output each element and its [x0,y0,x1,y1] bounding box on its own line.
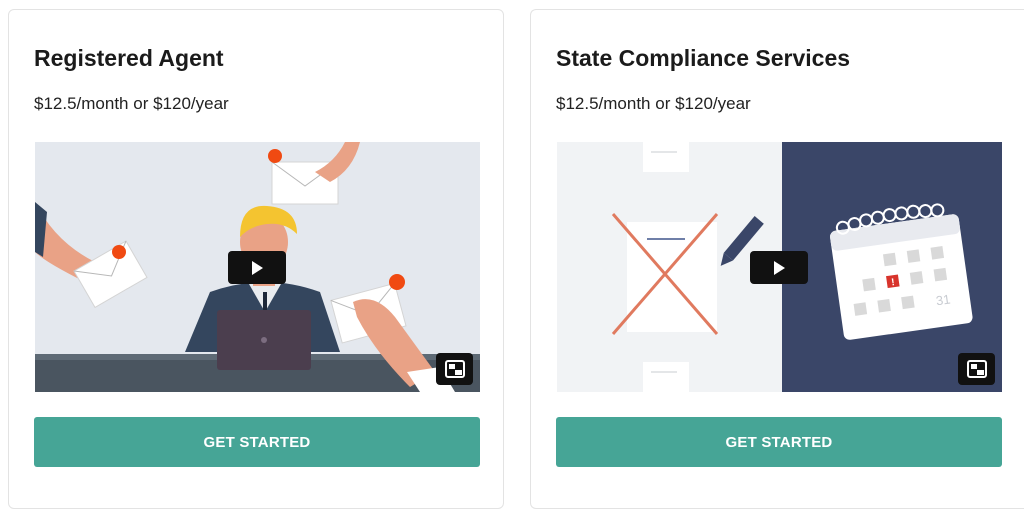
play-icon [771,260,787,276]
product-card-registered-agent: Registered Agent $12.5/month or $120/yea… [8,9,504,509]
calendar-day: 31 [935,292,951,309]
picture-in-picture-icon [966,360,987,378]
card-title: State Compliance Services [556,45,851,71]
play-button[interactable] [228,251,286,284]
video-player[interactable] [35,142,480,392]
picture-in-picture-button[interactable] [958,353,995,385]
get-started-button[interactable]: GET STARTED [34,417,480,467]
play-button[interactable] [750,251,808,284]
card-price: $12.5/month or $120/year [556,94,751,113]
picture-in-picture-icon [444,360,465,378]
product-card-state-compliance: State Compliance Services $12.5/month or… [530,9,1024,509]
video-player[interactable]: ! 31 [557,142,1002,392]
play-icon [249,260,265,276]
card-price: $12.5/month or $120/year [34,94,229,113]
get-started-button[interactable]: GET STARTED [556,417,1002,467]
picture-in-picture-button[interactable] [436,353,473,385]
card-title: Registered Agent [34,45,224,71]
